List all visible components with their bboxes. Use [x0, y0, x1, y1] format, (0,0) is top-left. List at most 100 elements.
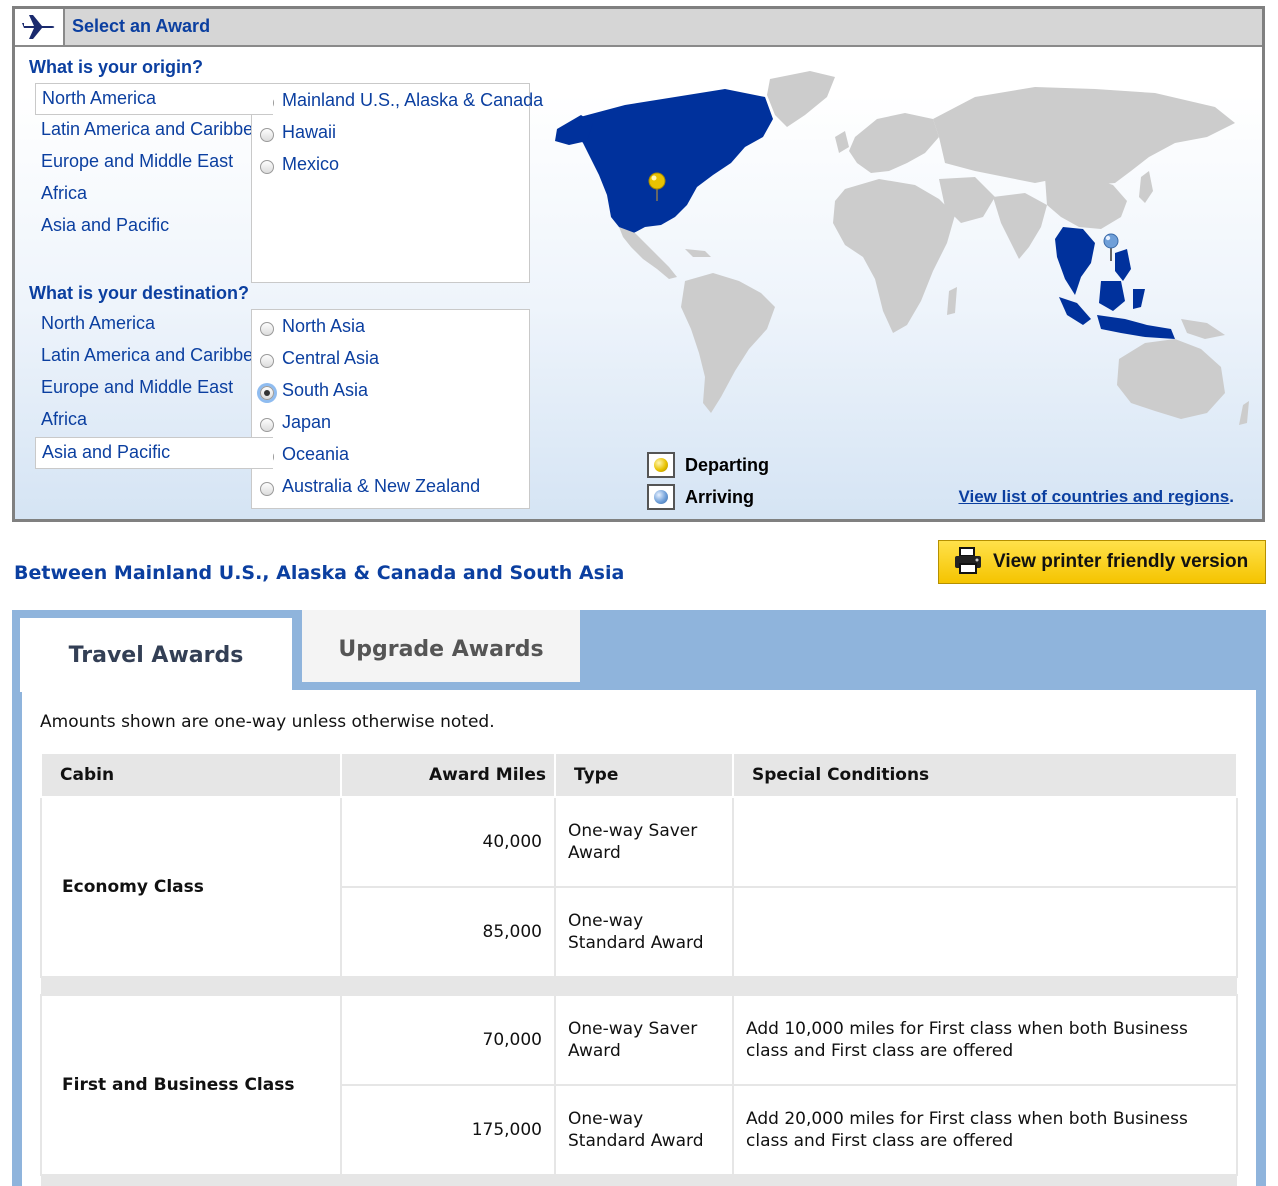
origin-option-hawaii[interactable]: Hawaii: [252, 116, 529, 148]
map-south-america: [681, 273, 775, 413]
route-title: Between Mainland U.S., Alaska & Canada a…: [14, 562, 625, 584]
special-conditions-cell: Add 20,000 miles for First class when bo…: [732, 1084, 1238, 1176]
radio-icon[interactable]: [260, 418, 274, 432]
option-label: Central Asia: [282, 347, 380, 368]
world-map-svg: [555, 71, 1249, 425]
dest-option-south-asia[interactable]: South Asia: [252, 374, 529, 406]
origin-option-mexico[interactable]: Mexico: [252, 148, 529, 180]
map-southeast-asia: [1055, 227, 1095, 295]
origin-option-mainland-us[interactable]: Mainland U.S., Alaska & Canada: [252, 84, 543, 116]
option-label: Oceania: [282, 443, 350, 464]
map-indonesia-east: [1097, 315, 1175, 339]
map-greenland: [767, 71, 835, 127]
dest-option-north-asia[interactable]: North Asia: [252, 310, 529, 342]
print-friendly-button[interactable]: View printer friendly version: [938, 540, 1266, 584]
award-type-cell: One-way Standard Award: [554, 1084, 734, 1176]
special-conditions-cell: [732, 886, 1238, 978]
countries-link-wrap: View list of countries and regions.: [958, 487, 1234, 506]
map-asia-north: [933, 87, 1235, 185]
option-label: Japan: [282, 411, 332, 432]
origin-region-latin-america[interactable]: Latin America and Caribbean: [35, 115, 273, 147]
destination-subregion-box: North Asia Central Asia South Asia Japan…: [251, 309, 530, 509]
origin-region-europe-middle-east[interactable]: Europe and Middle East: [35, 147, 265, 179]
table-row: First and Business Class 70,000 One-way …: [40, 994, 1238, 1176]
map-uk: [835, 131, 849, 153]
tab-upgrade-awards[interactable]: Upgrade Awards: [302, 610, 580, 682]
option-label: South Asia: [282, 379, 369, 400]
option-label: Mainland U.S., Alaska & Canada: [282, 89, 544, 110]
header-award-miles: Award Miles: [340, 752, 556, 798]
table-header-row: Cabin Award Miles Type Special Condition…: [40, 752, 1238, 798]
print-button-label: View printer friendly version: [993, 551, 1249, 572]
destination-question: What is your destination?: [29, 283, 250, 303]
radio-icon[interactable]: [260, 128, 274, 142]
destination-region-list: North America Latin America and Caribbea…: [35, 309, 273, 469]
radio-icon[interactable]: [260, 482, 274, 496]
legend-departing-label: Departing: [685, 454, 770, 475]
dest-region-latin-america[interactable]: Latin America and Caribbean: [35, 341, 273, 373]
selector-body: What is your origin? North America Latin…: [15, 47, 1262, 519]
origin-region-list: North America Latin America and Caribbea…: [35, 83, 273, 243]
award-miles-cell: 40,000: [340, 796, 556, 888]
dest-region-africa[interactable]: Africa: [35, 405, 265, 437]
dest-option-japan[interactable]: Japan: [252, 406, 529, 438]
origin-region-north-america[interactable]: North America: [35, 83, 273, 115]
radio-icon[interactable]: [260, 322, 274, 336]
map-legend: Departing Arriving: [647, 449, 769, 513]
map-europe: [849, 113, 939, 173]
plane-icon: [15, 9, 65, 45]
world-map[interactable]: [535, 67, 1255, 427]
travel-awards-panel: Amounts shown are one-way unless otherwi…: [22, 690, 1256, 1186]
origin-question: What is your origin?: [29, 57, 203, 77]
award-selector-panel: Select an Award What is your origin? Nor…: [12, 6, 1265, 522]
dest-region-europe-middle-east[interactable]: Europe and Middle East: [35, 373, 265, 405]
award-miles-cell: 175,000: [340, 1084, 556, 1176]
origin-region-asia-pacific[interactable]: Asia and Pacific: [35, 211, 265, 243]
award-type-cell: One-way Saver Award: [554, 796, 734, 888]
table-row: Economy Class 40,000 One-way Saver Award: [40, 796, 1238, 978]
map-sulawesi: [1133, 289, 1145, 309]
arriving-pin-swatch-icon: [647, 484, 675, 510]
option-label: Australia & New Zealand: [282, 475, 481, 496]
header-cabin: Cabin: [40, 752, 342, 798]
map-china: [1045, 175, 1127, 229]
map-north-america: [575, 89, 773, 235]
award-type-cell: One-way Standard Award: [554, 886, 734, 978]
map-new-guinea: [1181, 319, 1225, 339]
cabin-economy: Economy Class: [40, 796, 342, 978]
award-miles-cell: 70,000: [340, 994, 556, 1086]
radio-checked-icon[interactable]: [260, 386, 274, 400]
header-special-conditions: Special Conditions: [732, 752, 1238, 798]
map-japan: [1139, 171, 1153, 203]
selector-header: Select an Award: [15, 9, 1262, 47]
option-label: North Asia: [282, 315, 366, 336]
map-borneo: [1099, 281, 1125, 311]
dest-option-oceania[interactable]: Oceania: [252, 438, 529, 470]
dest-option-central-asia[interactable]: Central Asia: [252, 342, 529, 374]
tab-travel-awards[interactable]: Travel Awards: [20, 618, 292, 692]
map-indonesia-west: [1059, 297, 1091, 325]
awards-table: Cabin Award Miles Type Special Condition…: [40, 752, 1238, 1186]
printer-icon: [953, 546, 983, 578]
origin-subregion-box: Mainland U.S., Alaska & Canada Hawaii Me…: [251, 83, 543, 283]
dest-region-north-america[interactable]: North America: [35, 309, 265, 341]
dest-option-australia-nz[interactable]: Australia & New Zealand: [252, 470, 529, 502]
legend-arriving-label: Arriving: [685, 486, 755, 507]
origin-region-africa[interactable]: Africa: [35, 179, 265, 211]
radio-icon[interactable]: [260, 354, 274, 368]
map-mexico: [619, 227, 677, 279]
selector-title: Select an Award: [72, 16, 211, 36]
special-conditions-cell: Add 10,000 miles for First class when bo…: [732, 994, 1238, 1086]
map-africa: [833, 179, 955, 333]
map-madagascar: [947, 287, 957, 315]
table-spacer-row: [41, 977, 1237, 995]
one-way-note: Amounts shown are one-way unless otherwi…: [40, 712, 495, 732]
countries-regions-link[interactable]: View list of countries and regions: [958, 487, 1229, 506]
map-caribbean: [685, 249, 711, 257]
radio-icon[interactable]: [260, 160, 274, 174]
legend-departing: Departing: [647, 449, 769, 481]
special-conditions-cell: [732, 796, 1238, 888]
dest-region-asia-pacific[interactable]: Asia and Pacific: [35, 437, 273, 469]
option-label: Hawaii: [282, 121, 337, 142]
map-new-zealand: [1239, 401, 1249, 425]
